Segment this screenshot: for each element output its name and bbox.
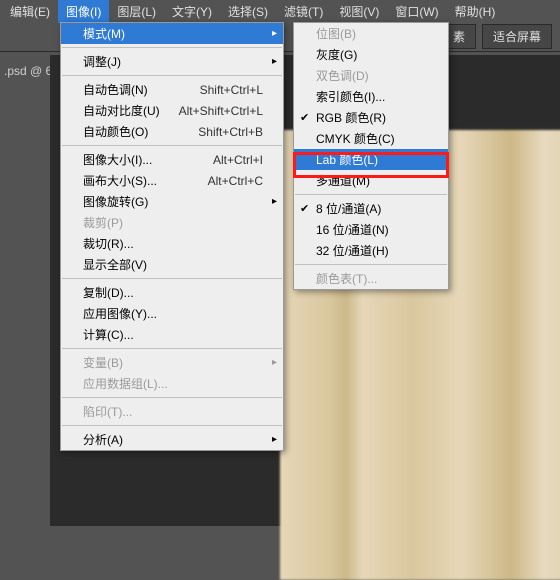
- separator: [62, 397, 282, 398]
- mi-auto-contrast[interactable]: 自动对比度(U)Alt+Shift+Ctrl+L: [61, 100, 283, 121]
- mi-image-rotation[interactable]: 图像旋转(G): [61, 191, 283, 212]
- separator: [62, 348, 282, 349]
- mi-image-size[interactable]: 图像大小(I)...Alt+Ctrl+I: [61, 149, 283, 170]
- image-menu-dropdown: 模式(M) 调整(J) 自动色调(N)Shift+Ctrl+L 自动对比度(U)…: [60, 22, 284, 451]
- separator: [62, 145, 282, 146]
- mi-rgb-color[interactable]: ✔RGB 颜色(R): [294, 107, 448, 128]
- mi-canvas-size[interactable]: 画布大小(S)...Alt+Ctrl+C: [61, 170, 283, 191]
- mi-adjustments[interactable]: 调整(J): [61, 51, 283, 72]
- mode-submenu: 位图(B) 灰度(G) 双色调(D) 索引颜色(I)... ✔RGB 颜色(R)…: [293, 22, 449, 290]
- document-tab[interactable]: .psd @ 6: [0, 60, 56, 82]
- check-icon: ✔: [300, 202, 309, 215]
- mi-8bit[interactable]: ✔8 位/通道(A): [294, 198, 448, 219]
- mi-16bit[interactable]: 16 位/通道(N): [294, 219, 448, 240]
- mi-color-table: 颜色表(T)...: [294, 268, 448, 289]
- menu-view[interactable]: 视图(V): [331, 0, 387, 23]
- separator: [295, 264, 447, 265]
- mi-calculations[interactable]: 计算(C)...: [61, 324, 283, 345]
- mi-apply-dataset: 应用数据组(L)...: [61, 373, 283, 394]
- mi-duplicate[interactable]: 复制(D)...: [61, 282, 283, 303]
- mi-lab-color[interactable]: Lab 颜色(L): [294, 149, 448, 170]
- mi-multichannel[interactable]: 多通道(M): [294, 170, 448, 191]
- mi-mode[interactable]: 模式(M): [61, 23, 283, 44]
- check-icon: ✔: [300, 111, 309, 124]
- mi-variables: 变量(B): [61, 352, 283, 373]
- menu-help[interactable]: 帮助(H): [447, 0, 504, 23]
- menu-window[interactable]: 窗口(W): [387, 0, 446, 23]
- mi-crop: 裁剪(P): [61, 212, 283, 233]
- mi-auto-tone[interactable]: 自动色调(N)Shift+Ctrl+L: [61, 79, 283, 100]
- separator: [62, 75, 282, 76]
- separator: [62, 47, 282, 48]
- mi-duotone: 双色调(D): [294, 65, 448, 86]
- menubar: 编辑(E) 图像(I) 图层(L) 文字(Y) 选择(S) 滤镜(T) 视图(V…: [0, 0, 560, 22]
- menu-select[interactable]: 选择(S): [220, 0, 276, 23]
- mi-indexed-color[interactable]: 索引颜色(I)...: [294, 86, 448, 107]
- mi-apply-image[interactable]: 应用图像(Y)...: [61, 303, 283, 324]
- menu-edit[interactable]: 编辑(E): [2, 0, 58, 23]
- mi-reveal-all[interactable]: 显示全部(V): [61, 254, 283, 275]
- separator: [62, 278, 282, 279]
- mi-32bit[interactable]: 32 位/通道(H): [294, 240, 448, 261]
- toolbar-btn-fit-screen[interactable]: 适合屏幕: [482, 24, 552, 49]
- mi-analysis[interactable]: 分析(A): [61, 429, 283, 450]
- menu-image[interactable]: 图像(I): [58, 0, 109, 23]
- mi-trim[interactable]: 裁切(R)...: [61, 233, 283, 254]
- mi-trap: 陷印(T)...: [61, 401, 283, 422]
- separator: [295, 194, 447, 195]
- separator: [62, 425, 282, 426]
- menu-layer[interactable]: 图层(L): [109, 0, 164, 23]
- mi-bitmap: 位图(B): [294, 23, 448, 44]
- mi-auto-color[interactable]: 自动颜色(O)Shift+Ctrl+B: [61, 121, 283, 142]
- mi-cmyk-color[interactable]: CMYK 颜色(C): [294, 128, 448, 149]
- mi-grayscale[interactable]: 灰度(G): [294, 44, 448, 65]
- menu-type[interactable]: 文字(Y): [164, 0, 220, 23]
- menu-filter[interactable]: 滤镜(T): [276, 0, 331, 23]
